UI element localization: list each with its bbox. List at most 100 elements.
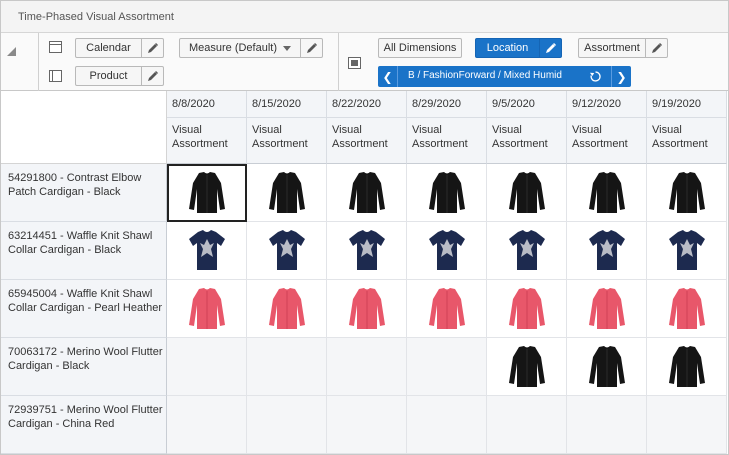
cardigan-icon — [509, 288, 545, 329]
collapse-toolbar-icon[interactable] — [7, 47, 16, 56]
column-header[interactable]: 8/22/2020 Visual Assortment — [327, 91, 407, 164]
grid-cell[interactable] — [567, 222, 647, 280]
toolbar-divider — [338, 33, 339, 91]
column-date: 9/12/2020 — [572, 98, 621, 110]
column-date: 8/29/2020 — [412, 98, 461, 110]
grid-cell[interactable] — [327, 338, 407, 396]
grid-cell[interactable] — [487, 222, 567, 280]
product-image — [583, 227, 631, 274]
column-header[interactable]: 8/15/2020 Visual Assortment — [247, 91, 327, 164]
grid-cell[interactable] — [487, 164, 567, 222]
cardigan-icon — [669, 172, 705, 213]
pencil-icon — [651, 42, 662, 53]
column-measure: Visual Assortment — [492, 124, 548, 150]
tshirt-icon — [189, 230, 225, 270]
row-header[interactable]: 63214451 - Waffle Knit Shawl Collar Card… — [1, 222, 167, 280]
product-image — [183, 169, 231, 216]
measure-dropdown[interactable]: Measure (Default) — [179, 38, 301, 58]
grid-cell[interactable] — [487, 338, 567, 396]
calendar-edit-button[interactable] — [142, 38, 164, 58]
grid-cell[interactable] — [327, 280, 407, 338]
column-header[interactable]: 8/8/2020 Visual Assortment — [167, 91, 247, 164]
measure-dropdown-label: Measure (Default) — [188, 42, 278, 54]
column-header[interactable]: 9/5/2020 Visual Assortment — [487, 91, 567, 164]
grid-cell[interactable] — [647, 222, 727, 280]
cardigan-icon — [509, 346, 545, 387]
grid-cell[interactable] — [167, 396, 247, 454]
tshirt-icon — [429, 230, 465, 270]
chevron-right-icon[interactable]: ❯ — [611, 66, 631, 87]
product-edit-button[interactable] — [142, 66, 164, 86]
cardigan-icon — [429, 288, 465, 329]
page-breadcrumb-nav: ❮ B / FashionForward / Mixed Humid ❯ — [378, 66, 631, 87]
grid-cell[interactable] — [647, 164, 727, 222]
grid-cell[interactable] — [407, 280, 487, 338]
grid-cell[interactable] — [167, 338, 247, 396]
assortment-button[interactable]: Assortment — [578, 38, 646, 58]
grid-cell[interactable] — [247, 396, 327, 454]
location-edit-button[interactable] — [540, 38, 562, 58]
grid-cell[interactable] — [647, 396, 727, 454]
grid-corner — [1, 91, 167, 164]
grid-cell[interactable] — [167, 222, 247, 280]
product-image — [343, 285, 391, 332]
product-image — [263, 227, 311, 274]
product-button[interactable]: Product — [75, 66, 142, 86]
all-dimensions-button[interactable]: All Dimensions — [378, 38, 462, 58]
grid-cell[interactable] — [647, 338, 727, 396]
grid-cell[interactable] — [647, 280, 727, 338]
assortment-edit-button[interactable] — [646, 38, 668, 58]
grid-cell[interactable] — [407, 222, 487, 280]
grid-cell[interactable] — [167, 164, 247, 222]
grid-cell[interactable] — [247, 222, 327, 280]
grid-cell[interactable] — [247, 280, 327, 338]
grid-cell[interactable] — [487, 396, 567, 454]
grid-cell[interactable] — [407, 164, 487, 222]
chevron-left-icon[interactable]: ❮ — [378, 66, 398, 87]
pencil-icon — [147, 70, 158, 81]
cardigan-icon — [429, 172, 465, 213]
toolbar-divider — [38, 33, 39, 91]
grid-cell[interactable] — [567, 280, 647, 338]
tshirt-icon — [269, 230, 305, 270]
pivot-grid: 8/8/2020 Visual Assortment 8/15/2020 Visual… — [1, 91, 728, 454]
app-window: Time-Phased Visual Assortment Calendar P… — [0, 0, 729, 455]
pencil-icon — [147, 42, 158, 53]
grid-cell[interactable] — [327, 396, 407, 454]
row-header[interactable]: 72939751 - Merino Wool Flutter Cardigan … — [1, 396, 167, 454]
grid-cell[interactable] — [567, 338, 647, 396]
product-image — [423, 227, 471, 274]
column-measure: Visual Assortment — [412, 124, 468, 150]
grid-cell[interactable] — [327, 222, 407, 280]
header-divider — [247, 117, 327, 118]
grid-cell[interactable] — [327, 164, 407, 222]
grid-cell[interactable] — [487, 280, 567, 338]
grid-cell[interactable] — [567, 164, 647, 222]
product-image — [663, 285, 711, 332]
grid-cell[interactable] — [247, 338, 327, 396]
product-image — [663, 169, 711, 216]
grid-cell[interactable] — [167, 280, 247, 338]
cardigan-icon — [589, 288, 625, 329]
column-measure: Visual Assortment — [332, 124, 388, 150]
grid-cell[interactable] — [407, 396, 487, 454]
cardigan-icon — [349, 172, 385, 213]
grid-cell[interactable] — [567, 396, 647, 454]
column-edge-icon — [49, 70, 62, 82]
grid-cell[interactable] — [407, 338, 487, 396]
column-header[interactable]: 9/19/2020 Visual Assortment — [647, 91, 727, 164]
column-header[interactable]: 8/29/2020 Visual Assortment — [407, 91, 487, 164]
row-header[interactable]: 65945004 - Waffle Knit Shawl Collar Card… — [1, 280, 167, 338]
row-header[interactable]: 54291800 - Contrast Elbow Patch Cardigan… — [1, 164, 167, 222]
product-image — [503, 227, 551, 274]
row-header[interactable]: 70063172 - Merino Wool Flutter Cardigan … — [1, 338, 167, 396]
column-header[interactable]: 9/12/2020 Visual Assortment — [567, 91, 647, 164]
product-image — [503, 343, 551, 390]
breadcrumb-label[interactable]: B / FashionForward / Mixed Humid — [408, 70, 562, 81]
tshirt-icon — [589, 230, 625, 270]
grid-cell[interactable] — [247, 164, 327, 222]
reset-icon[interactable] — [589, 70, 602, 83]
measure-edit-button[interactable] — [301, 38, 323, 58]
calendar-button[interactable]: Calendar — [75, 38, 142, 58]
location-button[interactable]: Location — [475, 38, 540, 58]
